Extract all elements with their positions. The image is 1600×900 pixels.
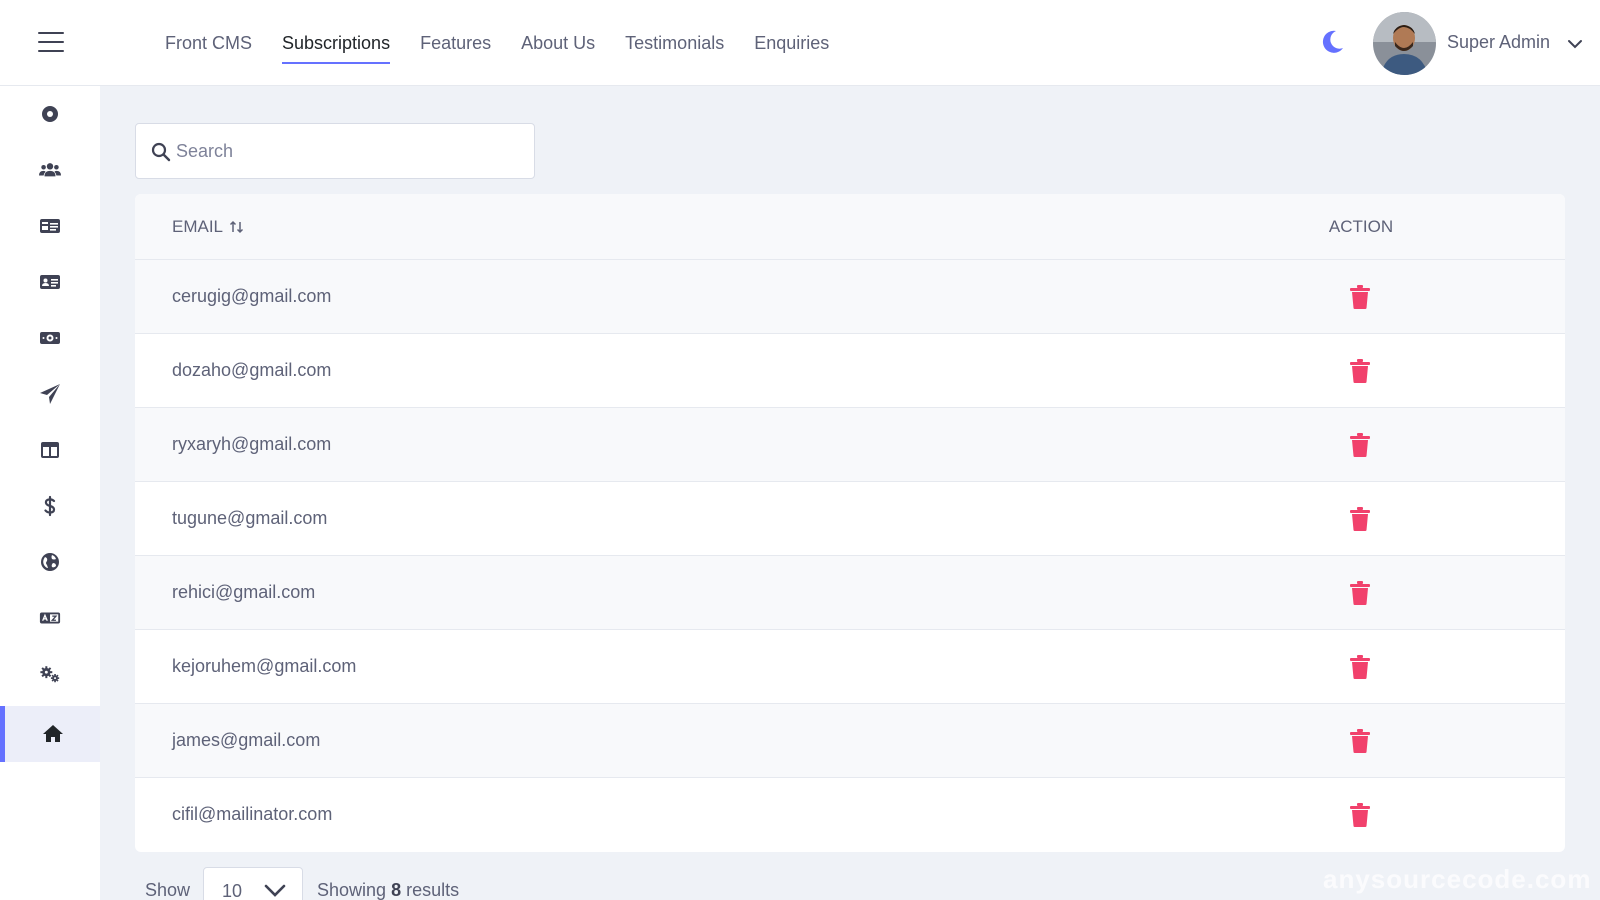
row-email: kejoruhem@gmail.com <box>172 656 357 676</box>
sidebar-item-id-card[interactable] <box>0 198 100 254</box>
tab-enquiries[interactable]: Enquiries <box>739 0 844 86</box>
search-input[interactable] <box>176 124 526 178</box>
hamburger-menu-icon[interactable] <box>38 32 64 54</box>
table-row: kejoruhem@gmail.com <box>135 630 1565 704</box>
home-icon <box>42 725 63 742</box>
table-header: EMAIL ACTION <box>135 194 1565 260</box>
money-bill-icon <box>40 332 60 344</box>
sidebar-item-dashboard[interactable] <box>0 86 100 142</box>
trash-icon <box>1350 581 1370 605</box>
results-prefix: Showing <box>317 880 387 900</box>
sidebar-item-globe[interactable] <box>0 534 100 590</box>
sidebar-item-home[interactable] <box>0 706 100 762</box>
top-header: Front CMS Subscriptions Features About U… <box>0 0 1600 86</box>
tab-front-cms[interactable]: Front CMS <box>150 0 267 86</box>
row-email: rehici@gmail.com <box>172 582 316 602</box>
table-body: cerugig@gmail.com dozaho@gmail.com ryxar… <box>135 260 1565 852</box>
chevron-down-icon[interactable] <box>1567 36 1583 52</box>
address-card-icon <box>40 275 60 289</box>
avatar[interactable] <box>1373 12 1436 75</box>
dashboard-circle-icon <box>42 106 58 122</box>
chevron-down-icon <box>264 884 286 897</box>
email-column-header[interactable]: EMAIL <box>172 217 245 237</box>
globe-icon <box>41 553 59 571</box>
tab-about-us[interactable]: About Us <box>506 0 610 86</box>
top-nav: Front CMS Subscriptions Features About U… <box>150 0 844 86</box>
delete-button[interactable] <box>1347 506 1373 532</box>
sidebar-item-money[interactable] <box>0 310 100 366</box>
trash-icon <box>1350 285 1370 309</box>
row-email: cifil@mailinator.com <box>172 804 333 824</box>
table-row: ryxaryh@gmail.com <box>135 408 1565 482</box>
row-email: dozaho@gmail.com <box>172 360 332 380</box>
row-email: cerugig@gmail.com <box>172 286 332 306</box>
trash-icon <box>1350 655 1370 679</box>
delete-button[interactable] <box>1347 654 1373 680</box>
tab-subscriptions[interactable]: Subscriptions <box>267 0 405 86</box>
watermark: anysourcecode.com <box>1323 864 1592 894</box>
row-email: james@gmail.com <box>172 730 321 750</box>
delete-button[interactable] <box>1347 802 1373 828</box>
user-name[interactable]: Super Admin <box>1447 32 1550 53</box>
trash-icon <box>1350 433 1370 457</box>
tab-testimonials[interactable]: Testimonials <box>610 0 739 86</box>
table-row: rehici@gmail.com <box>135 556 1565 630</box>
trash-icon <box>1350 507 1370 531</box>
language-icon <box>39 612 61 624</box>
sidebar-item-layout[interactable] <box>0 422 100 478</box>
sidebar-item-users[interactable] <box>0 142 100 198</box>
sidebar-item-pricing[interactable] <box>0 478 100 534</box>
row-email: tugune@gmail.com <box>172 508 328 528</box>
dollar-icon <box>44 495 56 517</box>
paper-plane-icon <box>40 384 60 404</box>
sidebar <box>0 86 100 900</box>
results-summary: Showing 8 results <box>317 880 459 900</box>
cogs-icon <box>40 666 60 683</box>
table-row: james@gmail.com <box>135 704 1565 778</box>
search-box <box>135 123 535 179</box>
per-page-select[interactable]: 10 <box>203 867 303 900</box>
delete-button[interactable] <box>1347 284 1373 310</box>
results-suffix: results <box>406 880 460 900</box>
table-row: cerugig@gmail.com <box>135 260 1565 334</box>
moon-icon[interactable] <box>1318 28 1346 56</box>
show-label: Show <box>145 880 191 900</box>
email-column-label: EMAIL <box>172 217 224 236</box>
results-count: 8 <box>391 880 402 900</box>
users-icon <box>39 163 61 177</box>
trash-icon <box>1350 729 1370 753</box>
sidebar-item-send[interactable] <box>0 366 100 422</box>
table-row: dozaho@gmail.com <box>135 334 1565 408</box>
trash-icon <box>1350 359 1370 383</box>
per-page-value: 10 <box>222 881 243 900</box>
table-row: cifil@mailinator.com <box>135 778 1565 852</box>
sidebar-item-language[interactable] <box>0 590 100 646</box>
delete-button[interactable] <box>1347 580 1373 606</box>
id-card-icon <box>40 219 60 233</box>
sidebar-item-address-card[interactable] <box>0 254 100 310</box>
delete-button[interactable] <box>1347 432 1373 458</box>
sort-icon <box>230 220 244 234</box>
search-icon <box>151 142 171 162</box>
row-email: ryxaryh@gmail.com <box>172 434 332 454</box>
action-column-header: ACTION <box>1328 217 1394 236</box>
sidebar-item-settings[interactable] <box>0 646 100 702</box>
delete-button[interactable] <box>1347 358 1373 384</box>
table-row: tugune@gmail.com <box>135 482 1565 556</box>
trash-icon <box>1350 803 1370 827</box>
subscriptions-table: EMAIL ACTION cerugig@gmail.com dozaho@gm… <box>135 194 1565 852</box>
tab-features[interactable]: Features <box>405 0 506 86</box>
table-layout-icon <box>41 442 59 458</box>
delete-button[interactable] <box>1347 728 1373 754</box>
